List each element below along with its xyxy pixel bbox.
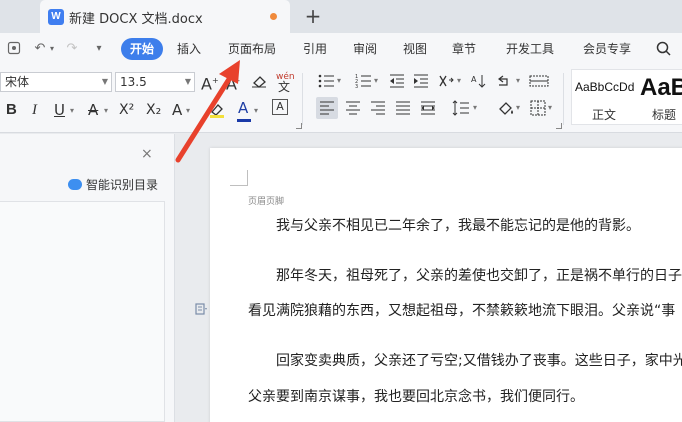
menu-sections[interactable]: 章节 — [452, 41, 476, 57]
font-name-select[interactable]: 宋体 ▼ — [0, 72, 112, 92]
menu-review[interactable]: 审阅 — [353, 41, 377, 57]
show-marks-icon[interactable] — [497, 74, 515, 88]
sort-icon[interactable]: A — [471, 73, 487, 89]
line-spacing-dropdown-icon[interactable]: ▾ — [473, 98, 477, 118]
paragraph-line[interactable]: 那年冬天，祖母死了，父亲的差使也交卸了，正是祸不单行的日子 — [276, 265, 682, 285]
shading-dropdown-icon[interactable]: ▾ — [516, 98, 520, 118]
distribute-icon[interactable] — [420, 101, 436, 115]
smart-toc-icon — [68, 179, 82, 190]
navigation-pane: × 智能识别目录 — [0, 134, 175, 422]
shading-icon[interactable] — [497, 100, 515, 116]
header-footer-label[interactable]: 页眉页脚 — [248, 194, 284, 207]
unsaved-indicator-icon — [270, 13, 277, 20]
font-color-dropdown-icon[interactable]: ▾ — [254, 101, 258, 121]
font-color-bar — [237, 119, 251, 122]
clear-format-icon[interactable] — [251, 74, 267, 88]
line-spacing-icon[interactable] — [452, 100, 470, 116]
strikethrough-button[interactable]: A — [88, 100, 98, 120]
numbered-list-dropdown-icon[interactable]: ▾ — [374, 71, 378, 91]
customize-quick-access-icon[interactable]: ▾ — [93, 40, 105, 58]
font-name-value: 宋体 — [5, 75, 30, 89]
menu-member[interactable]: 会员专享 — [583, 41, 631, 57]
ribbon-separator — [563, 73, 564, 125]
chevron-down-icon: ▼ — [184, 77, 191, 86]
grow-font-icon[interactable]: A+ — [201, 71, 219, 94]
document-page[interactable]: 页眉页脚 我与父亲不相见已二年余了，我最不能忘记的是他的背影。 那年冬天，祖母死… — [210, 148, 682, 422]
style-heading-label[interactable]: 标题 — [652, 106, 676, 123]
smart-toc-button[interactable]: 智能识别目录 — [68, 176, 158, 193]
font-size-value: 13.5 — [120, 75, 147, 89]
justify-icon[interactable] — [395, 101, 411, 115]
highlight-color-icon[interactable] — [208, 102, 226, 118]
chevron-down-icon: ▼ — [101, 77, 108, 86]
pinyin-guide-char: 文 — [278, 80, 291, 94]
style-normal-label[interactable]: 正文 — [592, 106, 616, 123]
align-center-icon[interactable] — [345, 101, 361, 115]
writer-app-icon: W — [48, 9, 64, 25]
menu-bar: ↶ ▾ ↷ ▾ 开始 插入 页面布局 引用 审阅 视图 章节 开发工具 会员专享 — [0, 33, 682, 65]
char-border-icon[interactable]: A — [272, 99, 288, 115]
undo-icon[interactable]: ↶ — [33, 40, 47, 58]
paragraph-layout-icon[interactable] — [194, 302, 208, 316]
bullet-list-dropdown-icon[interactable]: ▾ — [337, 71, 341, 91]
text-effect-button[interactable]: A — [172, 100, 182, 120]
style-heading-sample[interactable]: AaB — [640, 74, 682, 102]
bullet-list-icon[interactable] — [318, 74, 336, 88]
menu-developer[interactable]: 开发工具 — [506, 41, 554, 57]
tab-bar: W 新建 DOCX 文档.docx + — [0, 0, 682, 33]
font-dialog-launcher-icon[interactable] — [296, 123, 302, 129]
style-normal-sample[interactable]: AaBbCcDd — [575, 80, 634, 94]
underline-dropdown-icon[interactable]: ▾ — [70, 101, 74, 121]
paragraph-line[interactable]: 父亲要到南京谋事，我也要回北京念书，我们便同行。 — [248, 386, 584, 406]
italic-button[interactable]: I — [32, 100, 37, 120]
menu-home[interactable]: 开始 — [121, 38, 164, 60]
align-left-icon — [320, 101, 334, 115]
font-color-button[interactable]: A — [238, 98, 248, 118]
undo-dropdown-icon[interactable]: ▾ — [48, 40, 56, 58]
subscript-button[interactable]: X₂ — [146, 100, 161, 120]
menu-references[interactable]: 引用 — [303, 41, 327, 57]
smart-toc-label: 智能识别目录 — [86, 178, 159, 192]
close-icon[interactable]: × — [141, 146, 153, 162]
paragraph-line[interactable]: 我与父亲不相见已二年余了，我最不能忘记的是他的背影。 — [276, 215, 640, 235]
paragraph-dialog-launcher-icon[interactable] — [556, 123, 562, 129]
menu-view[interactable]: 视图 — [403, 41, 427, 57]
align-right-icon[interactable] — [370, 101, 386, 115]
style-gallery: AaBbCcDd 正文 AaB 标题 — [571, 69, 682, 125]
chinese-layout-icon[interactable] — [438, 74, 456, 88]
strikethrough-dropdown-icon[interactable]: ▾ — [104, 101, 108, 121]
toc-list[interactable] — [0, 201, 165, 422]
ribbon-separator — [302, 73, 303, 125]
svg-text:A: A — [471, 75, 477, 84]
open-folder-icon[interactable] — [7, 41, 21, 55]
shrink-font-icon[interactable]: A- — [226, 71, 240, 94]
align-left-button[interactable] — [316, 97, 338, 119]
decrease-indent-icon[interactable] — [389, 74, 405, 88]
borders-dropdown-icon[interactable]: ▾ — [548, 98, 552, 118]
show-marks-dropdown-icon[interactable]: ▾ — [516, 71, 520, 91]
underline-button[interactable]: U — [54, 100, 65, 120]
ribbon-home: 宋体 ▼ 13.5 ▼ A+ A- wén 文 B I U ▾ A ▾ X² X… — [0, 65, 682, 133]
svg-text:3: 3 — [355, 84, 358, 88]
chinese-layout-dropdown-icon[interactable]: ▾ — [457, 71, 461, 91]
paragraph-line[interactable]: 回家变卖典质，父亲还了亏空;又借钱办了丧事。这些日子，家中光 — [276, 350, 682, 370]
search-icon[interactable] — [655, 40, 673, 58]
menu-page-layout[interactable]: 页面布局 — [228, 41, 276, 57]
text-effect-dropdown-icon[interactable]: ▾ — [186, 101, 190, 121]
superscript-button[interactable]: X² — [119, 100, 134, 120]
redo-icon[interactable]: ↷ — [65, 40, 79, 58]
paragraph-line[interactable]: 看见满院狼藉的东西，又想起祖母，不禁簌簌地流下眼泪。父亲说“事 — [248, 300, 675, 320]
font-size-select[interactable]: 13.5 ▼ — [115, 72, 195, 92]
document-tab[interactable]: W 新建 DOCX 文档.docx — [40, 0, 290, 33]
new-tab-button[interactable]: + — [302, 3, 324, 29]
bold-button[interactable]: B — [6, 100, 17, 120]
increase-indent-icon[interactable] — [413, 74, 429, 88]
borders-icon[interactable] — [530, 100, 546, 116]
numbered-list-icon[interactable]: 123 — [355, 74, 373, 88]
menu-insert[interactable]: 插入 — [177, 41, 201, 57]
document-area: 页眉页脚 我与父亲不相见已二年余了，我最不能忘记的是他的背影。 那年冬天，祖母死… — [176, 134, 682, 422]
document-tab-title: 新建 DOCX 文档.docx — [69, 12, 203, 27]
table-border-icon[interactable] — [529, 75, 549, 87]
margin-corner-mark — [230, 170, 248, 186]
